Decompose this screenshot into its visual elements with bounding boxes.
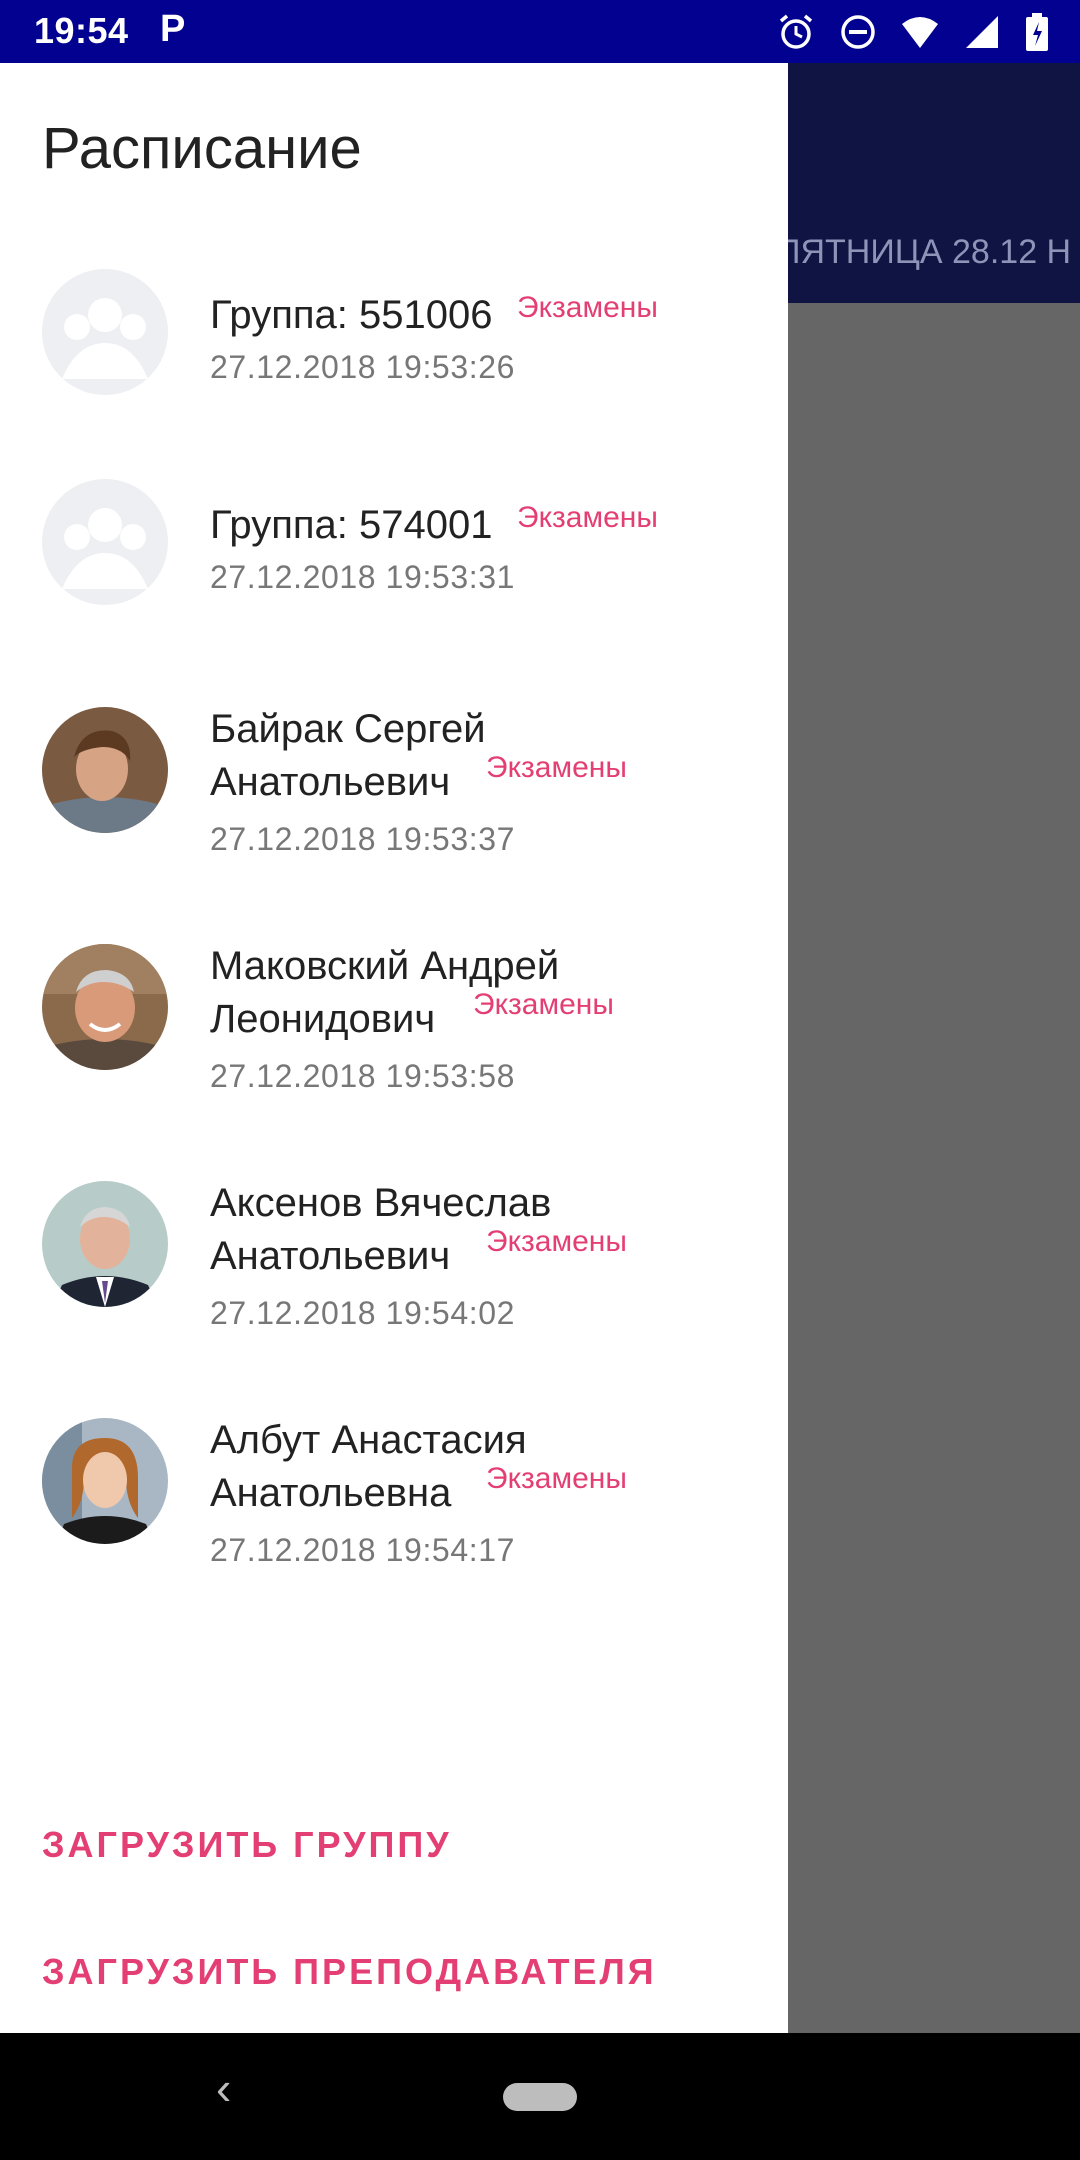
battery-icon [1024,12,1050,52]
entry-name-line-2: Анатольевна [210,1471,452,1515]
entry-name: Байрак Сергей [210,707,486,751]
app-indicator-icon: P [160,8,186,50]
entry-date: 27.12.2018 19:53:31 [210,559,516,595]
schedule-entry-group-2[interactable]: Группа: 574001 Экзамены 27.12.2018 19:53… [0,479,788,679]
entry-tag: Экзамены [486,1225,627,1258]
signal-icon [962,12,1002,52]
status-icons [776,12,1050,52]
entry-date: 27.12.2018 19:54:02 [210,1295,516,1331]
dnd-icon [838,12,878,52]
drawer-title: Расписание [42,116,362,181]
schedule-entry-teacher-4[interactable]: Албут Анастасия Анатольевна Экзамены 27.… [0,1414,788,1614]
group-placeholder-icon [42,269,168,395]
load-teacher-button[interactable]: ЗАГРУЗИТЬ ПРЕПОДАВАТЕЛЯ [42,1951,657,1993]
teacher-photo [42,1181,168,1307]
entry-name-line-2: Анатольевич [210,760,451,804]
wifi-icon [900,12,940,52]
entry-tag: Экзамены [517,291,658,324]
entry-date: 27.12.2018 19:53:37 [210,821,516,857]
entry-name-line-2: Анатольевич [210,1234,451,1278]
back-icon[interactable]: ‹ [216,2061,231,2115]
load-group-button[interactable]: ЗАГРУЗИТЬ ГРУППУ [42,1824,452,1866]
schedule-entry-group-1[interactable]: Группа: 551006 Экзамены 27.12.2018 19:53… [0,269,788,469]
teacher-photo [42,707,168,833]
entry-date: 27.12.2018 19:53:26 [210,349,516,385]
home-pill-icon[interactable] [503,2083,577,2111]
entry-date: 27.12.2018 19:54:17 [210,1532,516,1568]
group-placeholder-icon [42,479,168,605]
status-time: 19:54 [34,10,129,51]
entry-name-line-2: Леонидович [210,997,436,1041]
background-toolbar: ПЯТНИЦА 28.12 Н [788,63,1080,303]
entry-date: 27.12.2018 19:53:58 [210,1058,516,1094]
navigation-drawer: Расписание Группа: 551006 Экзамены 27.12… [0,63,788,2033]
teacher-photo [42,944,168,1070]
background-app[interactable]: ПЯТНИЦА 28.12 Н [788,63,1080,2033]
entry-name: Группа: 574001 [210,503,493,547]
schedule-entry-teacher-1[interactable]: Байрак Сергей Анатольевич Экзамены 27.12… [0,703,788,903]
teacher-photo [42,1418,168,1544]
entry-name: Аксенов Вячеслав [210,1181,552,1225]
status-bar: 19:54 P [0,0,1080,63]
entry-tag: Экзамены [517,501,658,534]
navigation-bar: ‹ [0,2033,1080,2160]
entry-tag: Экзамены [486,751,627,784]
entry-tag: Экзамены [486,1462,627,1495]
day-tab[interactable]: ПЯТНИЦА 28.12 Н [788,233,1071,272]
entry-name: Албут Анастасия [210,1418,527,1462]
entry-name: Маковский Андрей [210,944,560,988]
entry-name: Группа: 551006 [210,293,493,337]
schedule-entry-teacher-3[interactable]: Аксенов Вячеслав Анатольевич Экзамены 27… [0,1177,788,1377]
schedule-entry-teacher-2[interactable]: Маковский Андрей Леонидович Экзамены 27.… [0,940,788,1140]
entry-tag: Экзамены [473,988,614,1021]
alarm-icon [776,12,816,52]
